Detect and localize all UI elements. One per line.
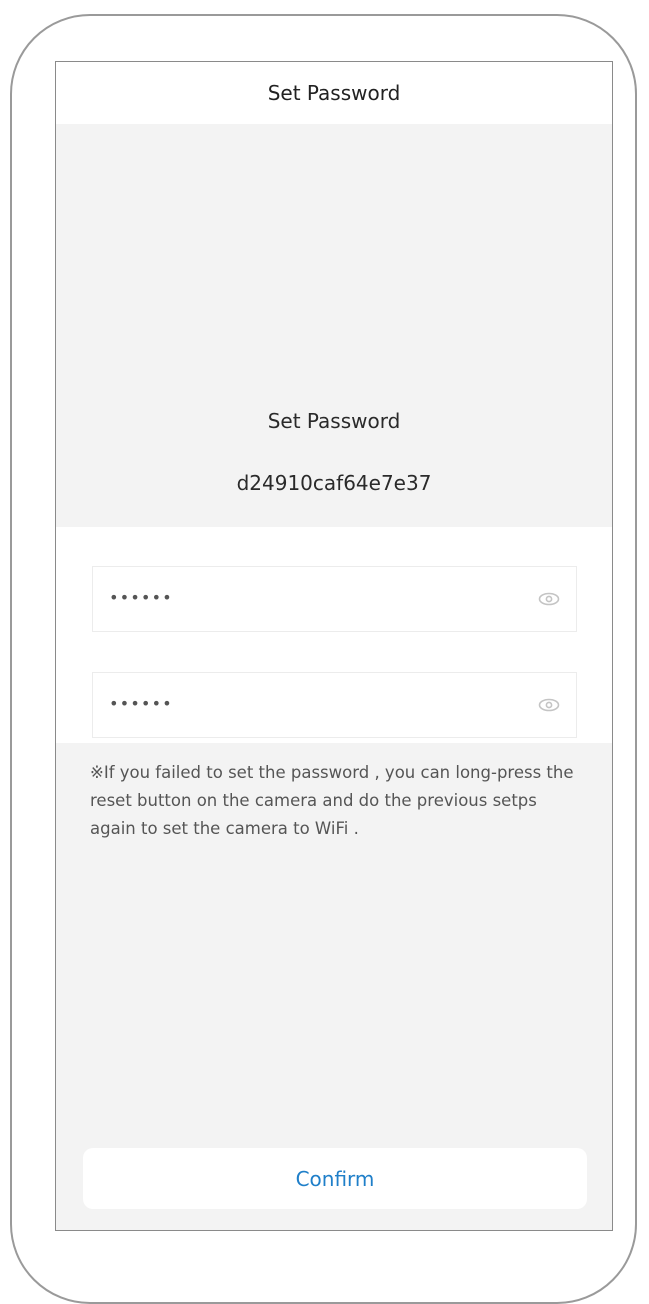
password-value: •••••• — [109, 588, 173, 607]
password-field[interactable]: •••••• — [92, 566, 577, 632]
eye-icon[interactable] — [538, 697, 560, 713]
navigation-bar: Set Password — [56, 62, 612, 124]
confirm-password-value: •••••• — [109, 694, 173, 713]
header-section: Set Password d24910caf64e7e37 — [56, 124, 612, 527]
eye-icon[interactable] — [538, 591, 560, 607]
reset-hint-text: ※If you failed to set the password , you… — [90, 763, 574, 838]
confirm-password-field[interactable]: •••••• — [92, 672, 577, 738]
confirm-button[interactable]: Confirm — [83, 1148, 587, 1209]
device-id: d24910caf64e7e37 — [236, 471, 432, 495]
password-form: •••••• •••••• — [56, 527, 612, 743]
section-title: Set Password — [267, 409, 401, 433]
app-screen: Set Password Set Password d24910caf64e7e… — [55, 61, 613, 1231]
nav-title: Set Password — [267, 81, 401, 105]
